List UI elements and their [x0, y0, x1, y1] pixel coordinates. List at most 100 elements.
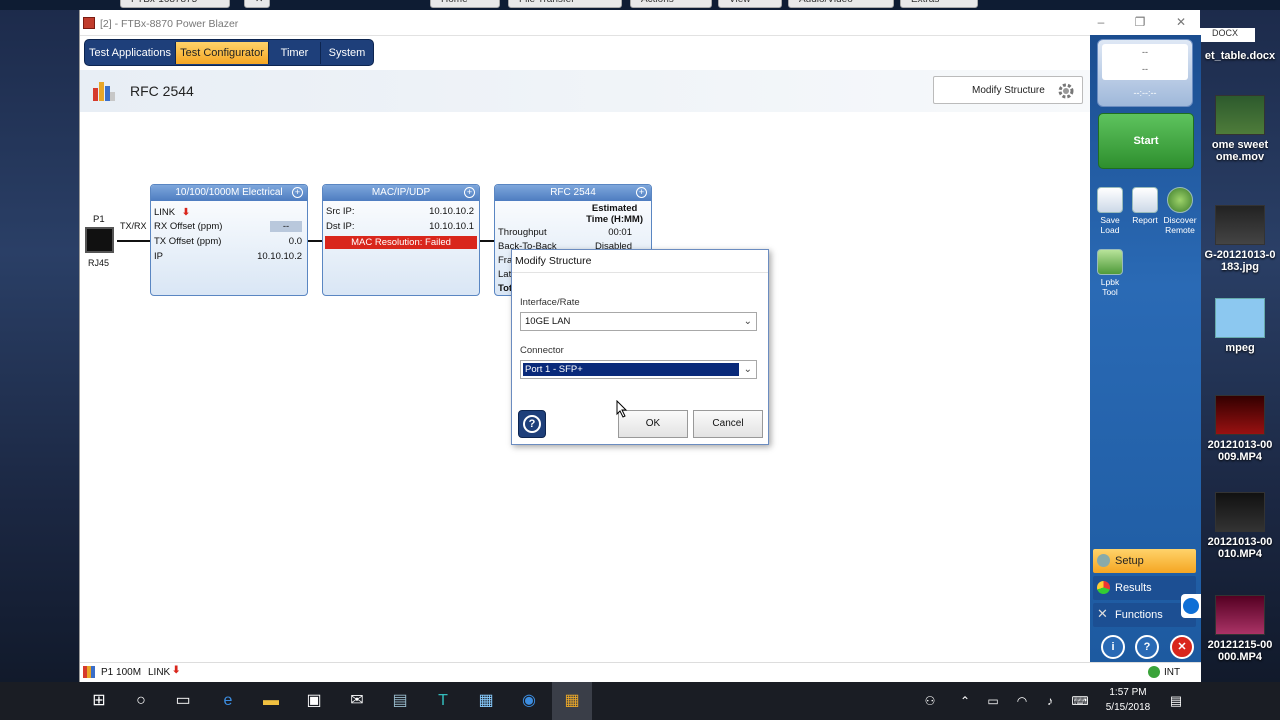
maximize-button[interactable]: ❐: [1129, 15, 1151, 31]
remote-home-button[interactable]: Home: [430, 0, 500, 8]
desktop-file-mov[interactable]: ome sweet ome.mov: [1200, 95, 1280, 163]
test-name: RFC 2544: [130, 83, 194, 99]
tab-test-applications[interactable]: Test Applications: [85, 42, 176, 64]
desktop-file-docx[interactable]: et_table.docx: [1200, 50, 1280, 62]
exit-icon[interactable]: ✕: [1170, 635, 1194, 659]
video-thumbnail: [1215, 492, 1265, 532]
tab-timer[interactable]: Timer: [269, 42, 321, 64]
desktop-file-label: G-20121013-0 183.jpg: [1204, 249, 1276, 273]
remote-desktop-icon[interactable]: ▤: [380, 682, 420, 720]
desktop-folder-mpeg[interactable]: mpeg: [1200, 298, 1280, 354]
close-button[interactable]: ✕: [1170, 15, 1192, 31]
rfc-test-icon: [93, 82, 115, 101]
tab-test-configurator[interactable]: Test Configurator: [176, 42, 269, 64]
desktop-file-mp4-3[interactable]: 20121215-00 000.MP4: [1200, 595, 1280, 663]
info-icon[interactable]: i: [1101, 635, 1125, 659]
src-ip-label: Src IP:: [326, 206, 355, 217]
cancel-button[interactable]: Cancel: [693, 410, 763, 438]
dst-ip-value: 10.10.10.1: [429, 221, 474, 232]
remote-device-label: FTBx-1687875: [120, 0, 230, 8]
interface-rate-value: 10GE LAN: [525, 316, 571, 327]
desktop-file-mp4-1[interactable]: 20121013-00 009.MP4: [1200, 395, 1280, 463]
remote-extras-button[interactable]: Extras: [900, 0, 978, 8]
load-label: Load: [1100, 225, 1120, 235]
help-icon[interactable]: ?: [1135, 635, 1159, 659]
estimated-header: Estimated: [591, 203, 638, 214]
clock-time: 1:57 PM: [1109, 687, 1147, 698]
connector-select[interactable]: Port 1 - SFP+ ⌄: [520, 360, 757, 379]
people-icon[interactable]: ⚇: [910, 682, 950, 720]
phy-block-title: 10/100/1000M Electrical: [175, 187, 283, 198]
notifications-icon[interactable]: ▤: [1156, 682, 1196, 720]
teamviewer-icon[interactable]: ◉: [509, 682, 549, 720]
gear-icon: [1058, 83, 1074, 99]
window-title: [2] - FTBx-8870 Power Blazer: [100, 18, 239, 30]
connector-label: Connector: [520, 345, 564, 356]
discover-remote-button[interactable]: Discover Remote: [1154, 187, 1206, 235]
interface-rate-select[interactable]: 10GE LAN ⌄: [520, 312, 757, 331]
start-button[interactable]: Start: [1098, 113, 1194, 169]
desktop-file-label: ome sweet ome.mov: [1211, 139, 1269, 163]
status-link: LINK: [148, 667, 171, 678]
status-bar: P1 100M LINK ⬇ INT: [80, 662, 1201, 682]
clock[interactable]: 1:57 PM 5/15/2018: [1100, 685, 1156, 715]
expand-icon[interactable]: +: [292, 187, 303, 198]
video-thumbnail: [1215, 95, 1265, 135]
store-icon[interactable]: ▣: [294, 682, 334, 720]
chevron-down-icon: ⌄: [743, 316, 752, 327]
desktop-file-jpg[interactable]: G-20121013-0 183.jpg: [1200, 205, 1280, 273]
keyboard-icon[interactable]: ⌨: [1060, 682, 1100, 720]
ok-button[interactable]: OK: [618, 410, 688, 438]
mac-ip-udp-block[interactable]: MAC/IP/UDP + Src IP: 10.10.10.2 Dst IP: 10.…: [322, 184, 480, 296]
remote-actions-button[interactable]: Actions: [630, 0, 712, 8]
phy-block[interactable]: 10/100/1000M Electrical + LINK ⬇ RX Offset…: [150, 184, 308, 296]
link-line: [117, 240, 150, 242]
modify-structure-label: Modify Structure: [972, 85, 1045, 96]
tab-system[interactable]: System: [321, 42, 373, 64]
link-line: [480, 240, 494, 242]
total-label: Tot: [498, 283, 513, 294]
typora-icon[interactable]: T: [423, 682, 463, 720]
search-icon[interactable]: ○: [121, 682, 161, 720]
status-test-icon: [83, 666, 95, 678]
interface-rate-label: Interface/Rate: [520, 297, 580, 308]
nav-functions-label: Functions: [1115, 609, 1163, 621]
expand-icon[interactable]: +: [636, 187, 647, 198]
network-app-icon[interactable]: ▦: [466, 682, 506, 720]
tx-offset-label: TX Offset (ppm): [154, 236, 222, 247]
throughput-value: 00:01: [608, 227, 632, 238]
lpbk-label: Lpbk: [1100, 277, 1120, 287]
remote-view-button[interactable]: View: [718, 0, 782, 8]
power-blazer-taskbar-icon[interactable]: ▦: [552, 682, 592, 720]
image-thumbnail: [1215, 205, 1265, 245]
minimize-button[interactable]: –: [1090, 15, 1112, 31]
windows-start-icon[interactable]: ⊞: [79, 682, 119, 720]
status-display: -- -- --:--:--: [1097, 39, 1193, 107]
dialog-help-button[interactable]: ?: [518, 410, 546, 438]
rj45-port-icon[interactable]: [85, 227, 114, 253]
rfc-block-title: RFC 2544: [550, 187, 596, 198]
status-int: INT: [1164, 667, 1181, 678]
teamviewer-tab[interactable]: [1181, 594, 1201, 618]
mac-resolution-status: MAC Resolution: Failed: [325, 236, 477, 249]
throughput-label: Throughput: [498, 227, 547, 238]
main-tabs: Test Applications Test Configurator Time…: [84, 39, 374, 66]
desktop-file-mp4-2[interactable]: 20121013-00 010.MP4: [1200, 492, 1280, 560]
expand-icon[interactable]: +: [464, 187, 475, 198]
results-pie-icon: [1097, 581, 1110, 594]
remote-file-transfer-button[interactable]: File Transfer: [508, 0, 622, 8]
src-ip-value: 10.10.10.2: [429, 206, 474, 217]
video-thumbnail: [1215, 595, 1265, 635]
loopback-tool-button[interactable]: Lpbk Tool: [1084, 249, 1136, 297]
modify-structure-button[interactable]: Modify Structure: [933, 76, 1083, 104]
file-explorer-icon[interactable]: ▬: [251, 682, 291, 720]
video-thumbnail: [1215, 395, 1265, 435]
remote-close-icon[interactable]: ✕: [244, 0, 270, 8]
edge-browser-icon[interactable]: e: [208, 682, 248, 720]
task-view-icon[interactable]: ▭: [163, 682, 203, 720]
remote-audio-video-button[interactable]: Audio/Video: [788, 0, 894, 8]
mail-icon[interactable]: ✉: [337, 682, 377, 720]
display-timer: --:--:--: [1133, 88, 1157, 98]
folder-icon: [1215, 298, 1265, 338]
nav-setup[interactable]: Setup: [1093, 549, 1196, 573]
